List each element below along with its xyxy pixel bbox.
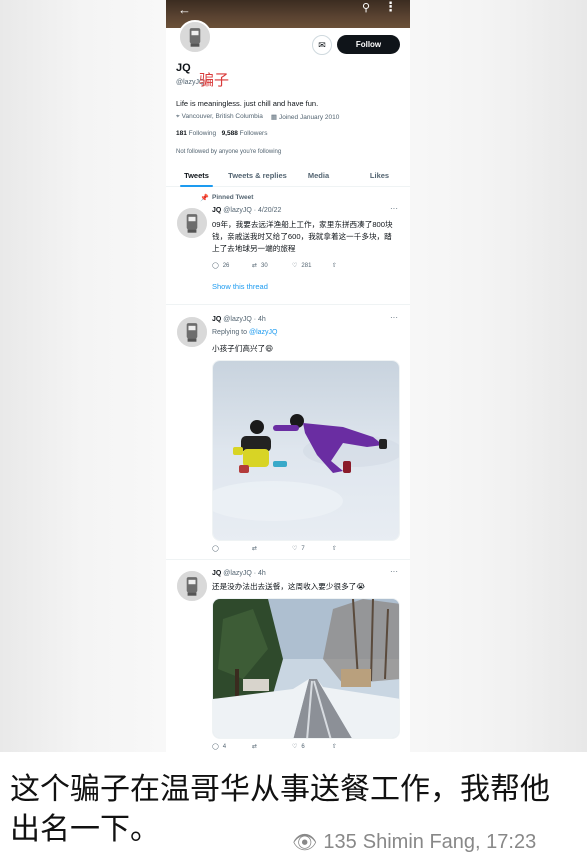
follow-button[interactable]: Follow	[337, 35, 400, 54]
more-icon[interactable]: ···	[390, 204, 398, 213]
show-thread-link[interactable]: Show this thread	[212, 282, 268, 291]
back-arrow-icon[interactable]: ←	[178, 2, 191, 17]
profile-meta: ⌖ Vancouver, British Columbia ▦ Joined Jan…	[176, 113, 339, 121]
reply-button[interactable]: ◯	[212, 545, 252, 552]
retweet-button[interactable]: ⇄	[252, 545, 292, 552]
message-meta: 👁 135 Shimin Fang, 17:23	[292, 830, 536, 855]
profile-tabs: Tweets Tweets & replies Media Likes	[166, 165, 410, 187]
more-icon[interactable]: ⋮	[384, 0, 398, 15]
view-count: 135	[323, 831, 357, 853]
tweet-text: 小孩子们高兴了😄	[212, 344, 274, 353]
reply-button[interactable]: ◯ 26	[212, 262, 252, 270]
tweet-header: JQ @lazyJQ · 4/20/22	[212, 207, 282, 214]
share-button[interactable]: ⇧	[332, 743, 372, 750]
more-icon[interactable]: ···	[390, 313, 398, 322]
like-button[interactable]: ♡ 281	[292, 262, 332, 270]
retweet-icon: ⇄	[252, 263, 258, 269]
replying-handle-link[interactable]: @lazyJQ	[249, 329, 278, 336]
envelope-icon: ✉	[318, 39, 326, 50]
retweet-button[interactable]: ⇄	[252, 743, 292, 750]
not-followed-note: Not followed by anyone you're following	[176, 149, 282, 155]
tab-likes[interactable]: Likes	[349, 165, 410, 186]
message-button[interactable]: ✉	[312, 35, 332, 55]
profile-location: Vancouver, British Columbia	[181, 113, 263, 120]
reply-icon: ◯	[212, 263, 219, 269]
avatar[interactable]	[178, 20, 212, 54]
tweet-photo-snow-kids[interactable]	[212, 360, 400, 541]
share-button[interactable]: ⇧	[332, 545, 372, 552]
like-button[interactable]: ♡ 7	[292, 545, 332, 553]
heart-icon: ♡	[292, 263, 298, 269]
tweet-text: 09年，我要去远洋渔船上工作，家里东拼西凑了800块钱，亲戚送我时又给了600，…	[212, 220, 393, 253]
tab-media[interactable]: Media	[288, 165, 349, 186]
location-icon: ⌖	[176, 113, 180, 120]
avatar[interactable]	[176, 570, 208, 602]
more-icon[interactable]: ···	[390, 567, 398, 576]
avatar[interactable]	[176, 316, 208, 348]
profile-bio: Life is meaningless. just chill and have…	[176, 99, 319, 108]
replying-to: Replying to @lazyJQ	[212, 329, 278, 336]
share-button[interactable]: ⇧	[332, 262, 372, 269]
heart-icon: ♡	[292, 546, 298, 552]
reply-button[interactable]: ◯ 4	[212, 743, 252, 751]
profile-stats: 181 Following 9,588 Followers	[176, 130, 267, 137]
overlay-label: 骗子	[199, 72, 230, 89]
profile-joined: Joined January 2010	[279, 114, 340, 121]
search-icon[interactable]: ⚲	[362, 1, 370, 14]
avatar[interactable]	[176, 207, 208, 239]
tweet-photo-snowy-street[interactable]	[212, 598, 400, 739]
tweet-actions: ◯ 26 ⇄ 30 ♡ 281 ⇧	[212, 262, 372, 270]
reply-icon: ◯	[212, 744, 219, 750]
heart-icon: ♡	[292, 744, 298, 750]
like-button[interactable]: ♡ 6	[292, 743, 332, 751]
reply-icon: ◯	[212, 546, 219, 552]
profile-name: JQ	[176, 62, 191, 74]
tweet-header: JQ @lazyJQ · 4h	[212, 570, 266, 577]
tweet-header: JQ @lazyJQ · 4h	[212, 316, 266, 323]
followers-stat[interactable]: 9,588 Followers	[222, 130, 268, 137]
share-icon: ⇧	[332, 744, 338, 750]
pin-icon: 📌	[200, 195, 209, 202]
tab-tweets[interactable]: Tweets	[166, 165, 227, 187]
pinned-label: Pinned Tweet	[212, 194, 254, 201]
retweet-icon: ⇄	[252, 546, 258, 552]
tweet-actions: ◯ 4 ⇄ ♡ 6 ⇧	[212, 743, 372, 751]
calendar-icon: ▦	[270, 114, 277, 121]
share-icon: ⇧	[332, 263, 338, 269]
following-stat[interactable]: 181 Following	[176, 130, 216, 137]
share-icon: ⇧	[332, 546, 338, 552]
retweet-button[interactable]: ⇄ 30	[252, 262, 292, 270]
tweet-actions: ◯ ⇄ ♡ 7 ⇧	[212, 545, 372, 553]
tweet-text: 还是没办法出去送餐，这周收入要少很多了😭	[212, 582, 366, 591]
author-time: Shimin Fang, 17:23	[362, 831, 537, 853]
tab-tweets-replies[interactable]: Tweets & replies	[227, 165, 288, 186]
eye-icon: 👁	[292, 832, 318, 854]
twitter-profile-screenshot: ← ⚲ ⋮ ✉ Follow JQ @lazyJQ 骗子 Life is mea…	[166, 0, 410, 752]
retweet-icon: ⇄	[252, 744, 258, 750]
